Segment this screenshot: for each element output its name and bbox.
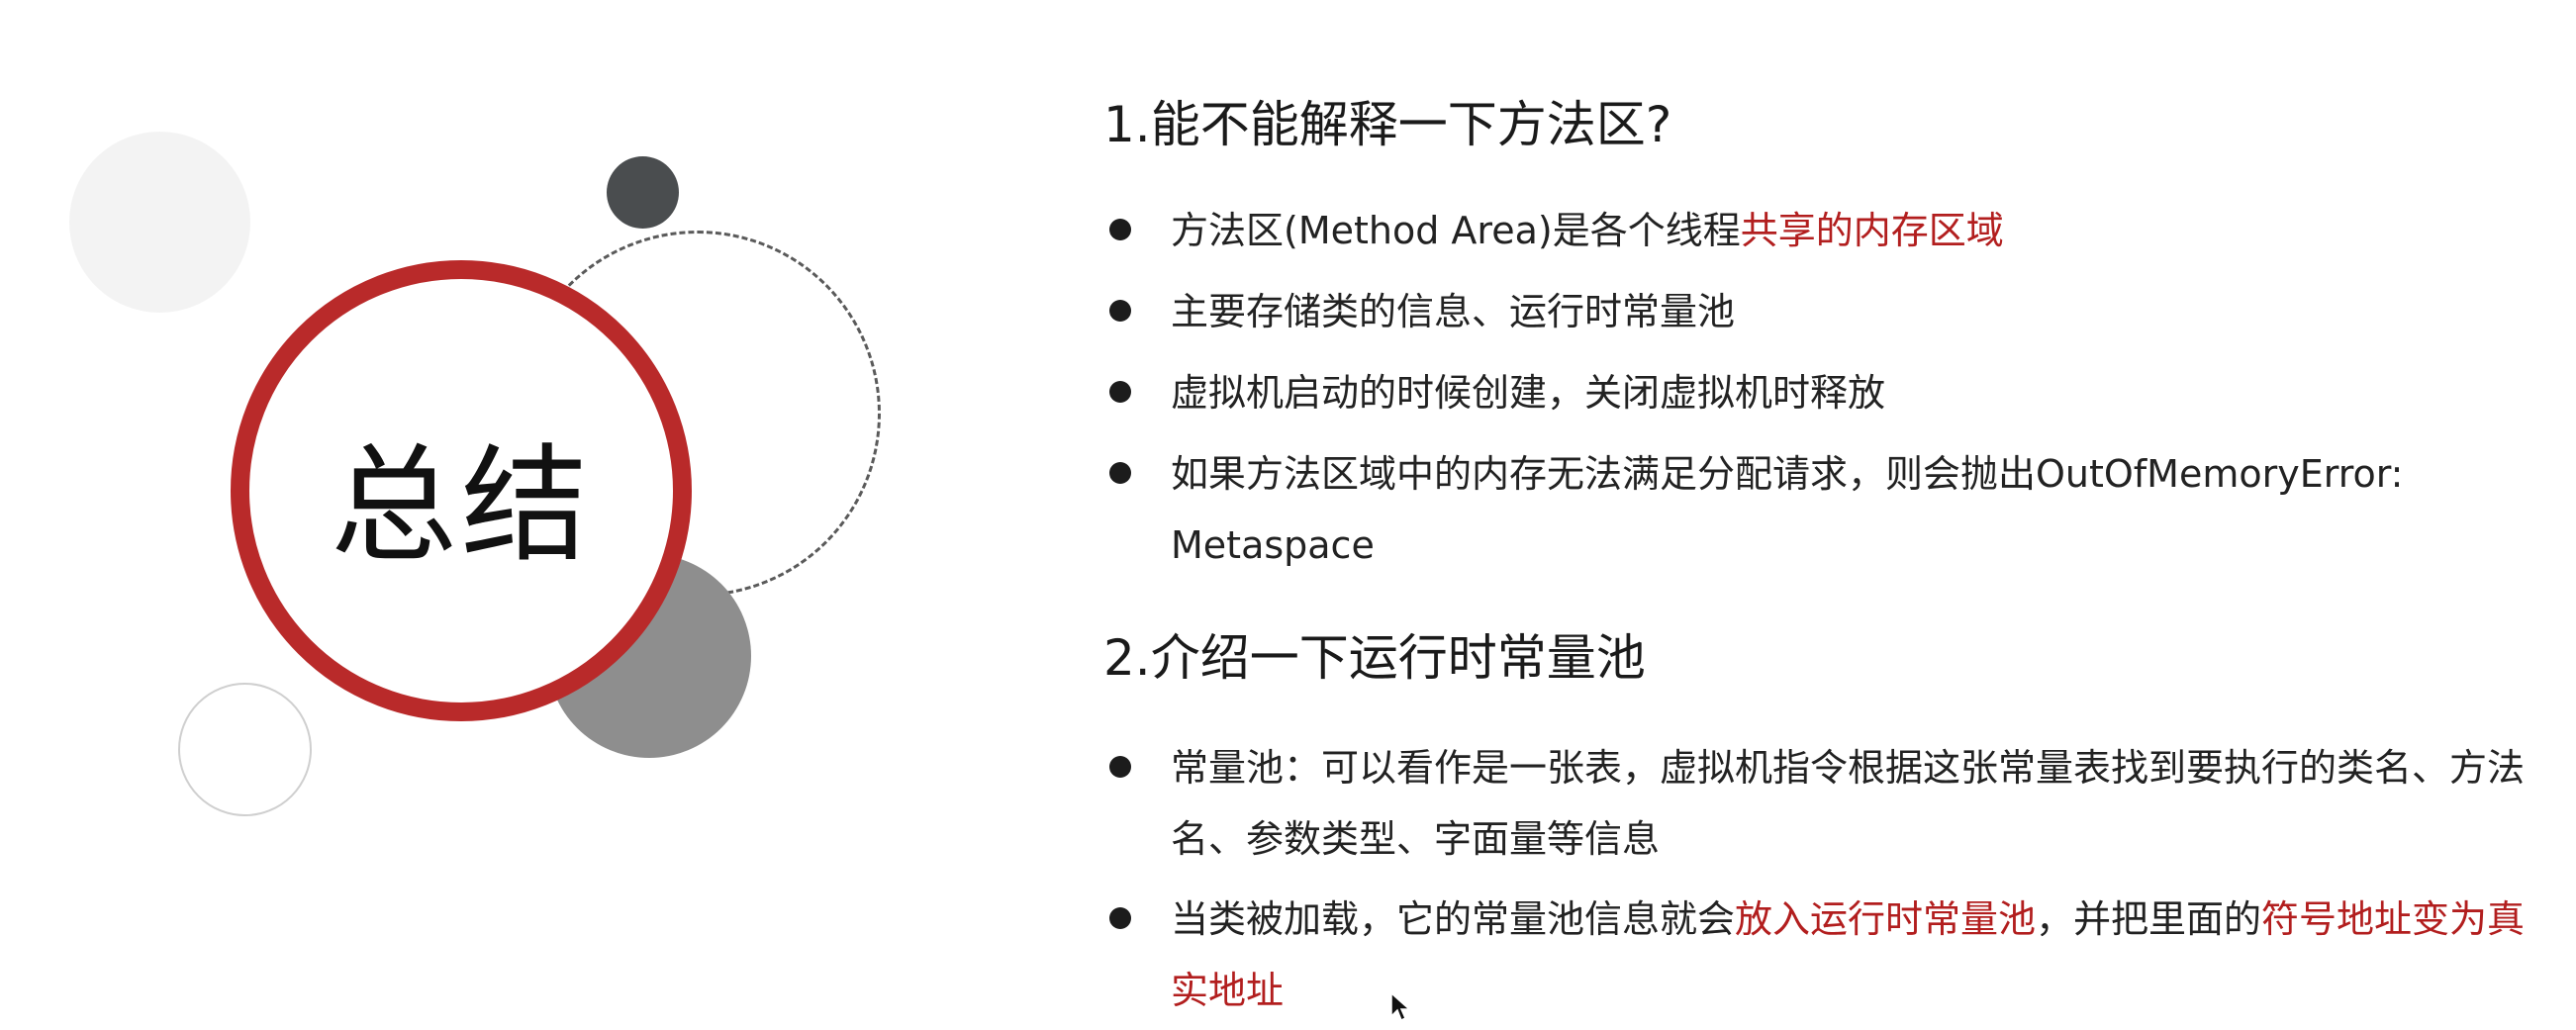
list-item: 常量池：可以看作是一张表，虚拟机指令根据这张常量表找到要执行的类名、方法名、参数… [1103, 732, 2548, 875]
bullet-text: 方法区(Method Area)是各个线程共享的内存区域 [1171, 195, 2548, 266]
list-item: 如果方法区域中的内存无法满足分配请求，则会抛出OutOfMemoryError:… [1103, 438, 2548, 581]
bullet-text: 如果方法区域中的内存无法满足分配请求，则会抛出OutOfMemoryError:… [1171, 452, 2404, 567]
text-segment: 方法区(Method Area)是各个线程 [1171, 209, 1741, 252]
section-2-title: 2.介绍一下运行时常量池 [1103, 629, 1646, 687]
section-1-title: 1.能不能解释一下方法区? [1103, 96, 1672, 153]
list-item: 方法区(Method Area)是各个线程共享的内存区域 [1103, 195, 2548, 266]
text-segment: 当类被加载，它的常量池信息就会 [1171, 897, 1736, 941]
bullet-text: 当类被加载，它的常量池信息就会放入运行时常量池，并把里面的符号地址变为真实地址 [1171, 884, 2548, 1026]
bullet-text: 常量池：可以看作是一张表，虚拟机指令根据这张常量表找到要执行的类名、方法名、参数… [1171, 746, 2526, 861]
red-ring: 总结 [231, 260, 692, 721]
bullet-icon [1109, 907, 1131, 929]
light-gray-circle [69, 132, 250, 313]
bullet-text: 虚拟机启动的时候创建，关闭虚拟机时释放 [1171, 371, 1886, 415]
list-item: 主要存储类的信息、运行时常量池 [1103, 276, 2548, 347]
list-item: 虚拟机启动的时候创建，关闭虚拟机时释放 [1103, 357, 2548, 428]
bullet-text: 主要存储类的信息、运行时常量池 [1171, 290, 1736, 333]
highlight-segment: 共享的内存区域 [1740, 209, 2004, 252]
summary-title: 总结 [330, 431, 592, 580]
summary-graphic: 总结 [0, 0, 990, 1030]
text-segment: ，并把里面的 [2036, 897, 2262, 941]
bullet-icon [1109, 462, 1131, 484]
bullet-icon [1109, 381, 1131, 403]
outline-circle [178, 683, 312, 816]
mouse-pointer-icon [1390, 991, 1412, 1026]
list-item: 当类被加载，它的常量池信息就会放入运行时常量池，并把里面的符号地址变为真实地址 [1103, 884, 2548, 1026]
highlight-segment: 放入运行时常量池 [1735, 897, 2037, 941]
bullet-icon [1109, 756, 1131, 778]
dark-gray-dot [607, 156, 679, 229]
bullet-icon [1109, 219, 1131, 240]
bullet-icon [1109, 300, 1131, 322]
